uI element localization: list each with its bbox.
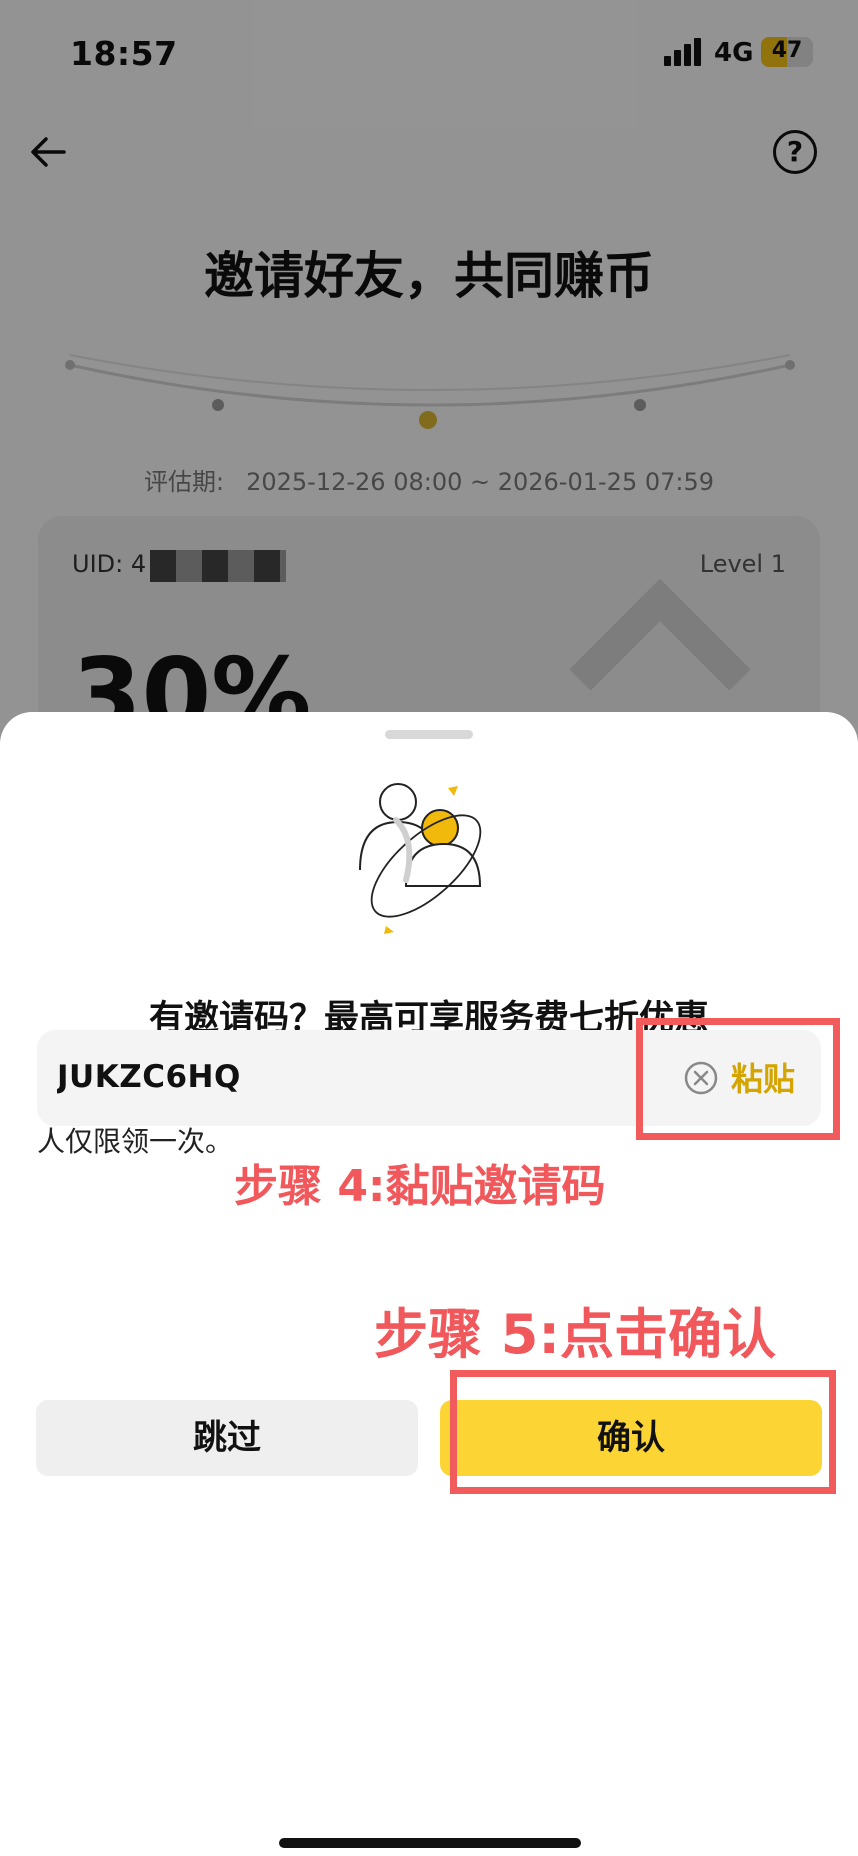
sheet-grabber[interactable] bbox=[385, 730, 473, 739]
invite-code-input[interactable] bbox=[57, 1054, 577, 1100]
home-indicator bbox=[279, 1838, 581, 1848]
annotation-box-paste bbox=[636, 1018, 840, 1140]
annotation-step5: 步骤 5:点击确认 bbox=[374, 1303, 776, 1366]
skip-button[interactable]: 跳过 bbox=[36, 1400, 418, 1476]
annotation-box-confirm bbox=[450, 1370, 836, 1494]
annotation-step4: 步骤 4:黏贴邀请码 bbox=[234, 1161, 606, 1212]
invite-illustration bbox=[359, 783, 482, 934]
invite-code-sheet: 有邀请码？最高可享服务费七折优惠 如果您受好友邀请，请在下方输入对方的邀请码领取… bbox=[0, 712, 858, 1856]
